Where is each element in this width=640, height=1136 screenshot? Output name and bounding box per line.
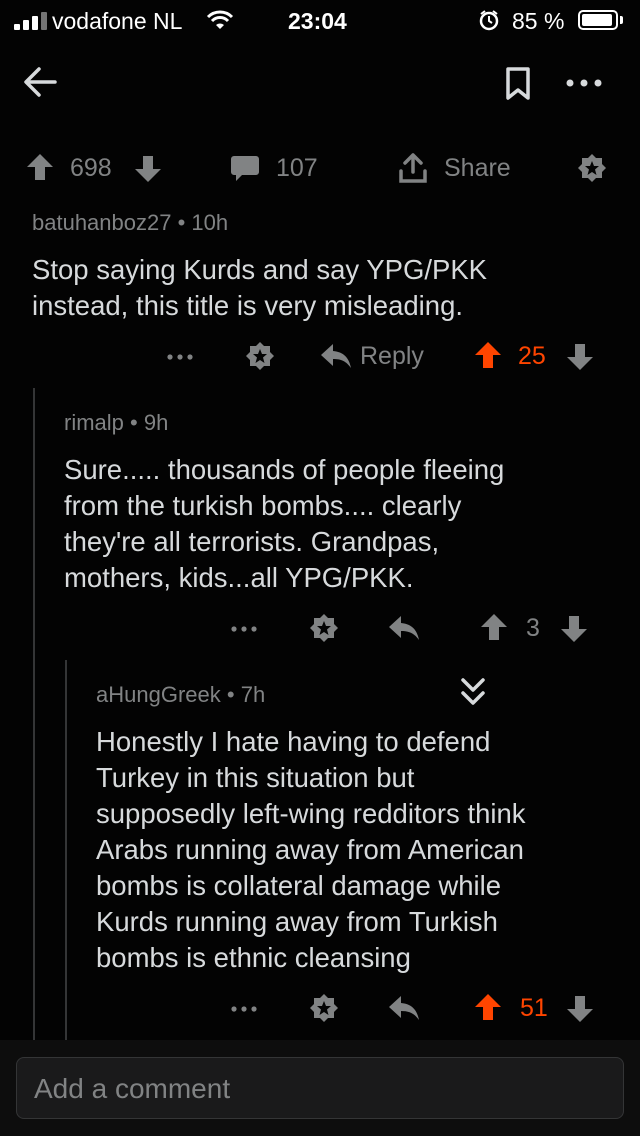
thread-line[interactable] bbox=[65, 660, 67, 1040]
more-options-icon[interactable] bbox=[230, 625, 258, 633]
battery-percent: 85 % bbox=[512, 8, 565, 34]
comment-score: 25 bbox=[518, 342, 546, 370]
add-comment-input[interactable]: Add a comment bbox=[16, 1057, 624, 1119]
status-bar: vodafone NL 23:04 85 % bbox=[0, 0, 640, 40]
comment-meta: rimalp • 9h bbox=[64, 410, 169, 435]
reply-icon[interactable] bbox=[320, 342, 352, 370]
reply-icon[interactable] bbox=[388, 994, 420, 1022]
upvote-icon[interactable] bbox=[474, 992, 502, 1022]
collapse-thread-icon[interactable] bbox=[458, 676, 488, 710]
comment-body: Stop saying Kurds and say YPG/PKK instea… bbox=[32, 254, 488, 321]
wifi-icon bbox=[206, 10, 234, 29]
comment-score: 51 bbox=[520, 994, 548, 1022]
comment-actions: Reply 25 bbox=[0, 336, 640, 376]
share-button[interactable]: Share bbox=[444, 154, 511, 183]
comment-count[interactable]: 107 bbox=[276, 154, 318, 183]
comment-score: 3 bbox=[526, 614, 540, 642]
award-icon[interactable] bbox=[244, 340, 276, 372]
comment-body: Honestly I hate having to defend Turkey … bbox=[96, 726, 526, 973]
downvote-icon[interactable] bbox=[566, 994, 594, 1024]
upvote-icon[interactable] bbox=[480, 612, 508, 642]
comment-actions: 3 bbox=[0, 608, 640, 648]
comment-author[interactable]: rimalp bbox=[64, 410, 124, 435]
comment-age: 10h bbox=[191, 210, 229, 235]
award-icon[interactable] bbox=[576, 152, 608, 184]
award-icon[interactable] bbox=[308, 992, 340, 1024]
comment-actions: 51 bbox=[0, 988, 640, 1028]
signal-icon bbox=[14, 12, 50, 30]
comment-meta: aHungGreek • 7h bbox=[96, 682, 266, 707]
more-options-icon[interactable] bbox=[566, 78, 602, 88]
more-options-icon[interactable] bbox=[230, 1005, 258, 1013]
comment-age: 7h bbox=[240, 682, 266, 707]
share-icon[interactable] bbox=[398, 152, 428, 184]
bookmark-icon[interactable] bbox=[504, 66, 532, 102]
upvote-icon[interactable] bbox=[474, 340, 502, 370]
more-options-icon[interactable] bbox=[166, 353, 194, 361]
comment-author[interactable]: batuhanboz27 bbox=[32, 210, 171, 235]
reply-button[interactable]: Reply bbox=[360, 342, 424, 371]
downvote-icon[interactable] bbox=[566, 342, 594, 372]
comment-meta: batuhanboz27 • 10h bbox=[32, 210, 229, 235]
back-arrow-icon[interactable] bbox=[22, 64, 58, 100]
award-icon[interactable] bbox=[308, 612, 340, 644]
downvote-icon[interactable] bbox=[560, 614, 588, 644]
alarm-icon bbox=[479, 10, 499, 31]
downvote-icon[interactable] bbox=[134, 154, 162, 184]
reply-icon[interactable] bbox=[388, 614, 420, 642]
comment-body: Sure..... thousands of people fleeing fr… bbox=[64, 454, 505, 593]
comment-author[interactable]: aHungGreek bbox=[96, 682, 221, 707]
post-action-bar: 698 107 Share bbox=[0, 148, 640, 188]
upvote-icon[interactable] bbox=[26, 152, 54, 182]
post-score: 698 bbox=[70, 154, 112, 182]
comment-icon[interactable] bbox=[230, 154, 260, 182]
clock: 23:04 bbox=[288, 8, 347, 34]
carrier-name: vodafone NL bbox=[52, 8, 183, 34]
thread-line[interactable] bbox=[33, 388, 35, 1040]
comment-age: 9h bbox=[143, 410, 169, 435]
